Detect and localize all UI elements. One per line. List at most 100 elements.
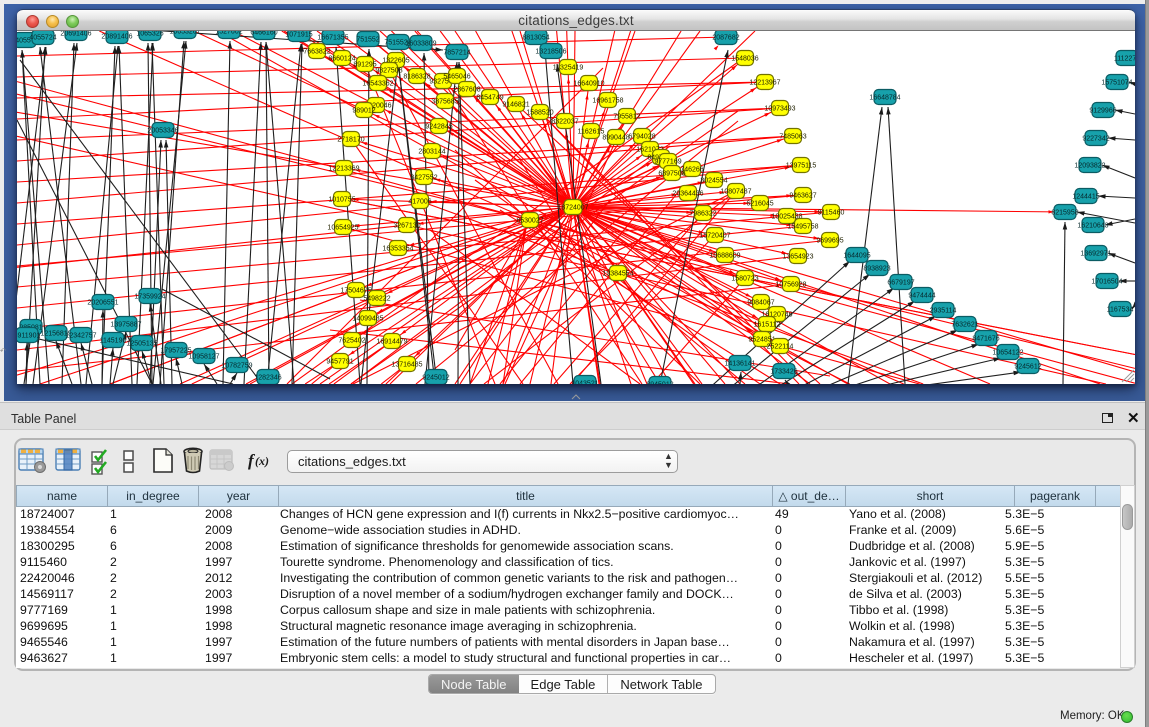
svg-text:16648784: 16648784 — [869, 94, 900, 101]
svg-text:8938923: 8938923 — [863, 265, 890, 272]
svg-text:1065326: 1065326 — [136, 31, 163, 37]
svg-text:8471676: 8471676 — [972, 335, 999, 342]
svg-text:9777169: 9777169 — [654, 158, 681, 165]
svg-text:3267130: 3267130 — [393, 222, 420, 229]
svg-text:10654925: 10654925 — [327, 224, 358, 231]
svg-text:7632621: 7632621 — [951, 321, 978, 328]
svg-text:9457791: 9457791 — [326, 358, 353, 365]
svg-text:2718170: 2718170 — [337, 136, 364, 143]
svg-text:12342757: 12342757 — [65, 332, 96, 339]
svg-text:16353354: 16353354 — [382, 245, 413, 252]
svg-text:3875685: 3875685 — [431, 98, 458, 105]
svg-text:1010755: 1010755 — [328, 196, 355, 203]
svg-text:1145190: 1145190 — [100, 337, 127, 344]
svg-text:6897508: 6897508 — [658, 170, 685, 177]
svg-text:9474444: 9474444 — [908, 292, 935, 299]
svg-text:8660124: 8660124 — [328, 55, 355, 62]
svg-text:20691406: 20691406 — [60, 31, 91, 37]
svg-text:8990448: 8990448 — [602, 134, 629, 141]
svg-text:10756928: 10756928 — [775, 281, 806, 288]
svg-text:16210643: 16210643 — [1077, 222, 1108, 229]
svg-text:9084067: 9084067 — [747, 299, 774, 306]
svg-text:16671355: 16671355 — [317, 34, 348, 41]
svg-text:16543362: 16543362 — [362, 80, 393, 87]
svg-text:9245612: 9245612 — [1014, 363, 1041, 370]
svg-text:10654122: 10654122 — [992, 349, 1023, 356]
svg-text:1733426: 1733426 — [770, 368, 797, 375]
svg-text:989012: 989012 — [352, 107, 375, 114]
svg-text:12505135: 12505135 — [126, 340, 157, 347]
svg-text:9227342: 9227342 — [1082, 135, 1109, 142]
svg-text:14099485: 14099485 — [352, 315, 383, 322]
svg-text:18724007: 18724007 — [557, 204, 588, 211]
svg-text:417006: 417006 — [408, 198, 431, 205]
svg-text:1282346: 1282346 — [254, 374, 281, 381]
svg-text:8322037: 8322037 — [551, 118, 578, 125]
svg-text:9699695: 9699695 — [816, 237, 843, 244]
svg-text:5465046: 5465046 — [443, 73, 470, 80]
svg-text:7986322: 7986322 — [689, 210, 716, 217]
svg-text:7857214: 7857214 — [443, 49, 470, 56]
svg-text:19384554: 19384554 — [602, 270, 633, 277]
svg-text:9242845: 9242845 — [425, 123, 452, 130]
svg-text:8945012: 8945012 — [646, 381, 673, 384]
svg-text:8427552: 8427552 — [410, 174, 437, 181]
svg-text:2522114: 2522114 — [767, 343, 794, 350]
svg-text:(x): (x) — [255, 454, 269, 468]
svg-text:11325419: 11325419 — [553, 64, 584, 71]
svg-text:10653267: 10653267 — [169, 31, 200, 35]
svg-text:751552: 751552 — [356, 36, 379, 43]
svg-text:13654923: 13654923 — [782, 253, 813, 260]
svg-text:7485063: 7485063 — [779, 133, 806, 140]
svg-text:2935114: 2935114 — [930, 307, 957, 314]
svg-text:20206551: 20206551 — [87, 299, 118, 306]
svg-text:20364436: 20364436 — [672, 190, 703, 197]
svg-text:6794028: 6794028 — [628, 133, 655, 140]
svg-text:3024554: 3024554 — [700, 177, 727, 184]
svg-text:15495758: 15495758 — [787, 223, 818, 230]
svg-text:15720407: 15720407 — [699, 232, 730, 239]
svg-text:12093822: 12093822 — [1074, 162, 1105, 169]
svg-text:13692971: 13692971 — [1080, 250, 1111, 257]
svg-text:3911901: 3911901 — [17, 332, 40, 339]
svg-text:8215958: 8215958 — [1051, 209, 1078, 216]
svg-text:13975887: 13975887 — [110, 321, 141, 328]
svg-text:12213967: 12213967 — [749, 79, 780, 86]
svg-text:1167534: 1167534 — [1107, 306, 1134, 313]
svg-text:2803144: 2803144 — [418, 148, 445, 155]
svg-text:10688609: 10688609 — [709, 252, 740, 259]
svg-text:1527602: 1527602 — [215, 31, 242, 35]
svg-text:10807487: 10807487 — [720, 188, 751, 195]
svg-text:16033809: 16033809 — [405, 40, 436, 47]
svg-text:10782759: 10782759 — [221, 362, 252, 369]
svg-text:8454749: 8454749 — [476, 94, 503, 101]
svg-text:1580723: 1580723 — [731, 275, 758, 282]
svg-text:5498222: 5498222 — [363, 295, 390, 302]
svg-text:1043521: 1043521 — [571, 380, 598, 384]
svg-text:9463627: 9463627 — [789, 192, 816, 199]
svg-text:14136141: 14136141 — [724, 360, 755, 367]
svg-text:12213369: 12213369 — [328, 165, 359, 172]
svg-text:16640910: 16640910 — [573, 80, 604, 87]
svg-text:9115460: 9115460 — [818, 209, 845, 216]
svg-text:7955812: 7955812 — [613, 113, 640, 120]
svg-text:8530027: 8530027 — [516, 217, 543, 224]
svg-text:16914479: 16914479 — [376, 338, 407, 345]
svg-text:2087682: 2087682 — [712, 34, 739, 41]
svg-text:13975115: 13975115 — [786, 162, 817, 169]
svg-text:2867608: 2867608 — [453, 86, 480, 93]
svg-text:20053346: 20053346 — [147, 127, 178, 134]
svg-text:7663822: 7663822 — [303, 48, 330, 55]
svg-text:17016504: 17016504 — [1091, 278, 1122, 285]
svg-text:9245012: 9245012 — [422, 374, 449, 381]
svg-text:17359924: 17359924 — [134, 293, 165, 300]
svg-text:891295: 891295 — [353, 61, 376, 68]
svg-text:1588520: 1588520 — [526, 109, 553, 116]
svg-text:9827508: 9827508 — [375, 67, 402, 74]
svg-text:13218506: 13218506 — [535, 48, 566, 55]
svg-text:4055724: 4055724 — [29, 34, 56, 41]
svg-text:1162615: 1162615 — [578, 128, 605, 135]
svg-text:17957225: 17957225 — [160, 347, 191, 354]
svg-text:7625402: 7625402 — [338, 337, 365, 344]
svg-text:6216045: 6216045 — [746, 200, 773, 207]
